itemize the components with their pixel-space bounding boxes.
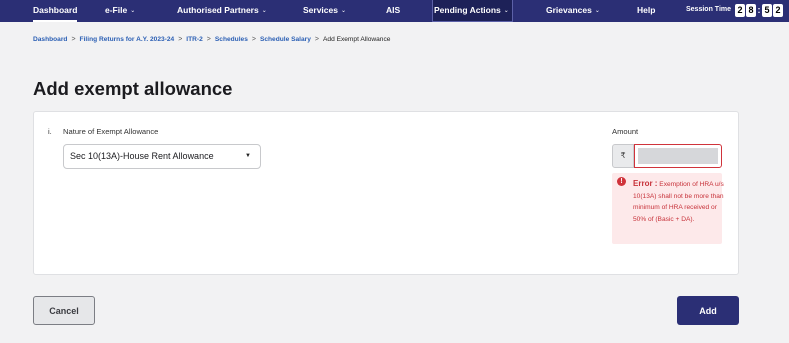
chevron-down-icon: ⌄ (340, 8, 347, 14)
breadcrumb-separator: > (314, 36, 319, 43)
nav-services-label: Services (303, 5, 338, 15)
nav-authorised-partners[interactable]: Authorised Partners ⌄ (177, 0, 267, 22)
breadcrumb-dashboard[interactable]: Dashboard (33, 36, 67, 43)
error-title: Error : (633, 179, 658, 188)
chevron-down-icon: ⌄ (594, 8, 600, 14)
nature-of-allowance-select[interactable]: Sec 10(13A)-House Rent Allowance ▼ (63, 144, 261, 169)
timer-digit: 2 (773, 4, 783, 17)
breadcrumb-separator: > (71, 36, 76, 43)
dropdown-arrow-icon: ▼ (245, 153, 251, 159)
timer-separator: : (757, 5, 761, 15)
nav-services[interactable]: Services ⌄ (303, 0, 346, 22)
session-time-label: Session Time (686, 6, 732, 13)
chevron-down-icon: ⌄ (130, 8, 136, 14)
nav-efile[interactable]: e-File ⌄ (105, 0, 135, 22)
nav-help[interactable]: Help (637, 0, 655, 22)
timer-digit: 2 (735, 4, 745, 17)
breadcrumb-filing-returns[interactable]: Filing Returns for A.Y. 2023-24 (80, 36, 175, 43)
timer-digit: 8 (746, 4, 756, 17)
nature-of-allowance-value: Sec 10(13A)-House Rent Allowance (70, 151, 214, 161)
breadcrumb-schedules[interactable]: Schedules (215, 36, 248, 43)
amount-input[interactable] (634, 144, 722, 168)
nav-ais[interactable]: AIS (386, 0, 400, 22)
add-button[interactable]: Add (677, 296, 739, 325)
breadcrumb-itr2[interactable]: ITR-2 (186, 36, 202, 43)
nav-grievances[interactable]: Grievances ⌄ (546, 0, 600, 22)
breadcrumb: Dashboard > Filing Returns for A.Y. 2023-2… (33, 36, 390, 43)
timer-digit: 5 (762, 4, 772, 17)
amount-value-redacted (638, 148, 718, 164)
nav-efile-label: e-File (105, 5, 128, 15)
cancel-button[interactable]: Cancel (33, 296, 95, 325)
nature-of-allowance-label: Nature of Exempt Allowance (63, 127, 159, 136)
error-message: Error : Exemption of HRA u/s 10(13A) sha… (633, 178, 725, 226)
breadcrumb-schedule-salary[interactable]: Schedule Salary (260, 36, 311, 43)
chevron-down-icon: ⌄ (503, 8, 509, 14)
breadcrumb-current: Add Exempt Allowance (323, 36, 391, 43)
item-number: i. (48, 127, 52, 136)
nav-pending-label: Pending Actions (434, 5, 501, 15)
rupee-icon: ₹ (612, 144, 634, 168)
top-navigation-bar: Dashboard e-File ⌄ Authorised Partners ⌄ S… (0, 0, 789, 22)
breadcrumb-separator: > (206, 36, 211, 43)
nav-pending-actions[interactable]: Pending Actions ⌄ (432, 0, 513, 22)
breadcrumb-separator: > (251, 36, 256, 43)
amount-label: Amount (612, 127, 639, 136)
breadcrumb-separator: > (178, 36, 183, 43)
nav-dashboard[interactable]: Dashboard (33, 0, 78, 22)
session-timer: 2 8 : 5 2 (735, 4, 783, 17)
error-icon: ! (617, 177, 626, 186)
nav-grievances-label: Grievances (546, 5, 592, 15)
chevron-down-icon: ⌄ (261, 8, 267, 14)
nav-partners-label: Authorised Partners (177, 5, 259, 15)
page-title: Add exempt allowance (33, 78, 233, 99)
